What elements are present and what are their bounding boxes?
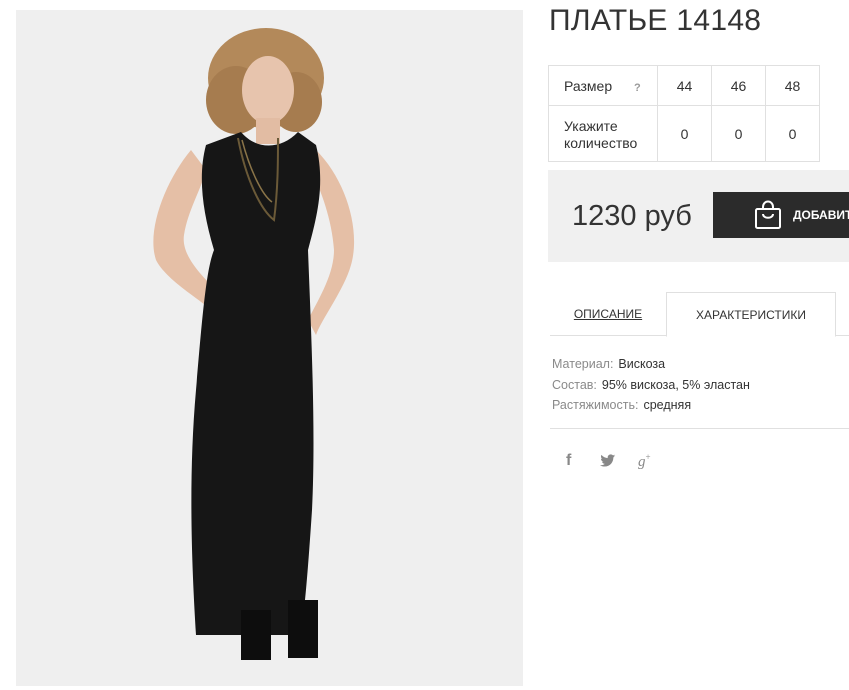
quantity-input-46[interactable]: 0	[711, 105, 766, 162]
spec-row-stretch: Растяжимость: средняя	[552, 395, 750, 416]
price-box: 1230 руб ДОБАВИТЬ	[548, 170, 849, 262]
tab-characteristics[interactable]: ХАРАКТЕРИСТИКИ	[666, 292, 836, 337]
size-label-cell: Размер ?	[548, 65, 658, 106]
google-plus-sup: +	[645, 452, 651, 462]
google-plus-g: g	[638, 454, 646, 470]
spec-key: Материал:	[552, 357, 614, 371]
product-title: ПЛАТЬЕ 14148	[549, 4, 762, 37]
spec-key: Растяжимость:	[552, 398, 639, 412]
facebook-icon[interactable]: f	[566, 452, 571, 470]
size-table: Размер ? 44 46 48 Укажите количество 0 0…	[548, 65, 820, 162]
size-44[interactable]: 44	[657, 65, 712, 106]
quantity-input-44[interactable]: 0	[657, 105, 712, 162]
spec-key: Состав:	[552, 377, 597, 392]
product-tabs: ОПИСАНИЕ ХАРАКТЕРИСТИКИ	[550, 292, 849, 337]
spec-row-material: Материал: Вискоза	[552, 354, 750, 375]
size-help-icon[interactable]: ?	[634, 82, 641, 94]
dress-image	[16, 10, 523, 686]
twitter-icon[interactable]	[600, 454, 616, 473]
spec-value: Вискоза	[618, 357, 666, 371]
quantity-label-line2: количество	[564, 134, 638, 151]
google-plus-icon[interactable]: g+	[638, 452, 651, 471]
quantity-input-48[interactable]: 0	[765, 105, 820, 162]
tab-description[interactable]: ОПИСАНИЕ	[550, 292, 666, 336]
spec-value: 95% вискоза, 5% эластан	[601, 377, 750, 392]
shopping-bag-icon	[755, 200, 781, 229]
quantity-label-line1: Укажите	[564, 117, 618, 134]
size-48[interactable]: 48	[765, 65, 820, 106]
size-46[interactable]: 46	[711, 65, 766, 106]
specs-list: Материал: Вискоза Состав: 95% вискоза, 5% …	[552, 354, 750, 416]
add-to-cart-button[interactable]: ДОБАВИТЬ	[713, 192, 849, 238]
spec-value: средняя	[643, 398, 692, 412]
size-label: Размер	[564, 77, 613, 94]
product-photo[interactable]	[16, 10, 523, 686]
spec-row-composition: Состав: 95% вискоза, 5% эластан	[552, 375, 750, 396]
divider	[550, 428, 849, 429]
quantity-label-cell: Укажите количество	[548, 105, 658, 162]
twitter-bird-icon	[600, 454, 616, 467]
size-row: Размер ? 44 46 48	[548, 65, 820, 106]
add-to-cart-label: ДОБАВИТЬ	[793, 208, 849, 222]
product-price: 1230 руб	[572, 200, 692, 232]
quantity-row: Укажите количество 0 0 0	[548, 105, 820, 162]
